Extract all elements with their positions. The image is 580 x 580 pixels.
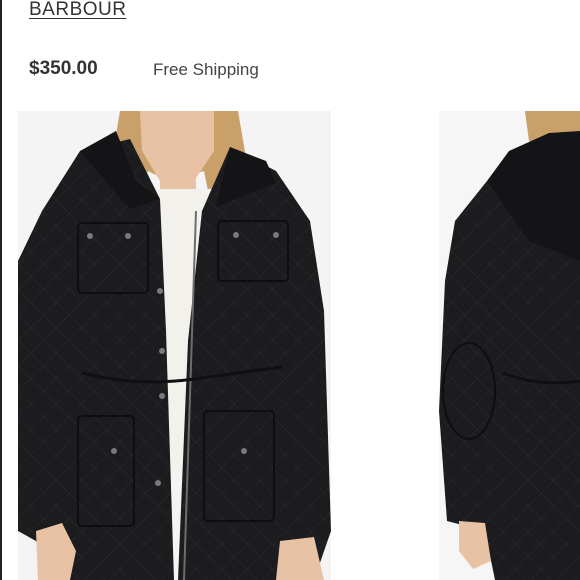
product-price: $350.00 — [29, 58, 98, 79]
shipping-info: Free Shipping — [153, 60, 259, 79]
jacket-side-photo-icon — [439, 111, 580, 580]
product-image-side[interactable] — [439, 111, 580, 580]
brand-link[interactable]: BARBOUR — [29, 0, 126, 21]
product-image-front[interactable] — [18, 111, 331, 580]
jacket-front-photo-icon — [18, 111, 331, 580]
product-image-carousel[interactable] — [0, 111, 580, 580]
